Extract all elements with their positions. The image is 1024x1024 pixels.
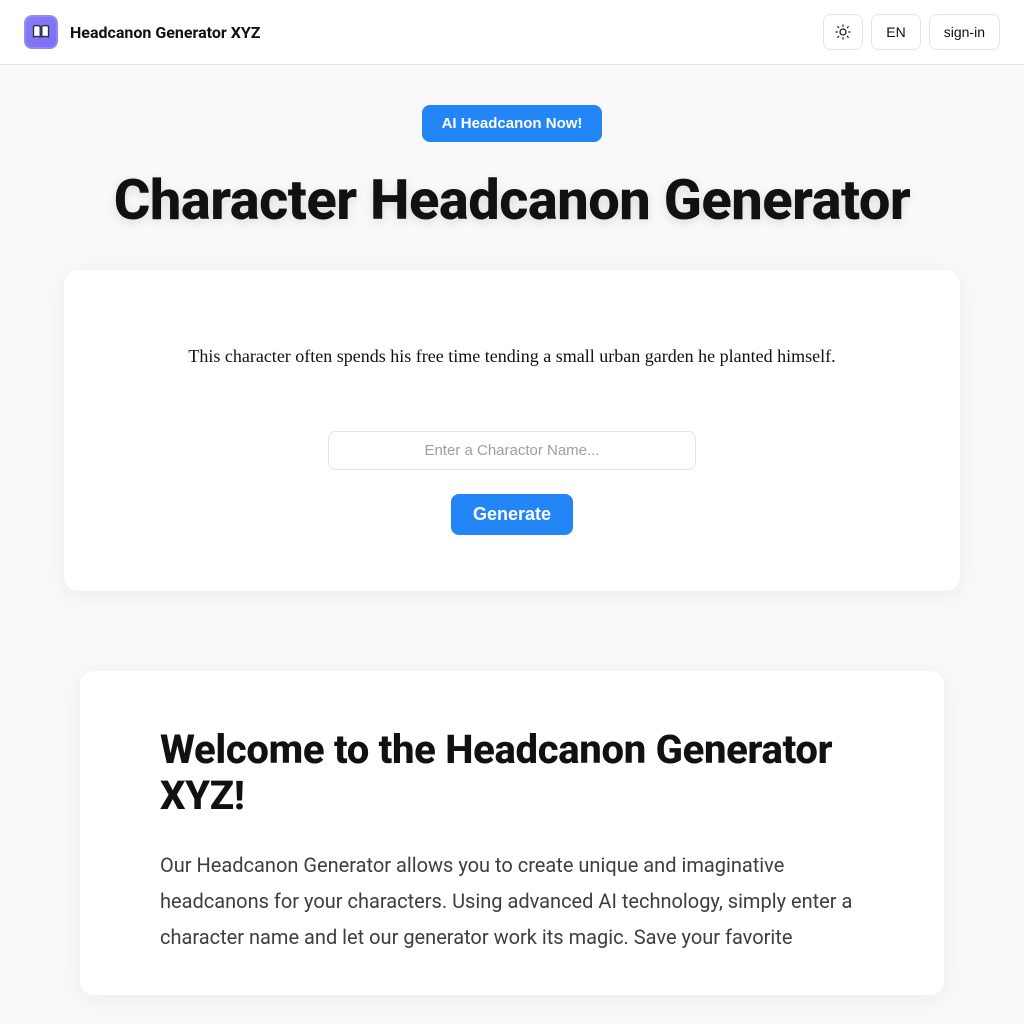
sign-in-button[interactable]: sign-in — [929, 14, 1000, 50]
welcome-body: Our Headcanon Generator allows you to cr… — [160, 847, 864, 955]
hero-section: AI Headcanon Now! Character Headcanon Ge… — [0, 65, 1024, 230]
generator-card: This character often spends his free tim… — [64, 270, 960, 591]
language-button[interactable]: EN — [871, 14, 920, 50]
app-title[interactable]: Headcanon Generator XYZ — [70, 23, 261, 42]
character-name-input[interactable] — [328, 431, 696, 470]
sun-icon — [834, 23, 852, 41]
header-right: EN sign-in — [823, 14, 1000, 50]
header-left: Headcanon Generator XYZ — [24, 15, 261, 49]
sample-headcanon-text: This character often spends his free tim… — [124, 346, 900, 367]
theme-toggle-button[interactable] — [823, 14, 863, 50]
welcome-heading: Welcome to the Headcanon Generator XYZ! — [160, 727, 864, 819]
generate-button[interactable]: Generate — [451, 494, 573, 535]
site-header: Headcanon Generator XYZ EN sign-in — [0, 0, 1024, 65]
page-title: Character Headcanon Generator — [24, 170, 1000, 230]
book-open-icon — [31, 22, 51, 42]
logo-icon — [24, 15, 58, 49]
ai-headcanon-now-button[interactable]: AI Headcanon Now! — [422, 105, 603, 142]
welcome-card: Welcome to the Headcanon Generator XYZ! … — [80, 671, 944, 995]
